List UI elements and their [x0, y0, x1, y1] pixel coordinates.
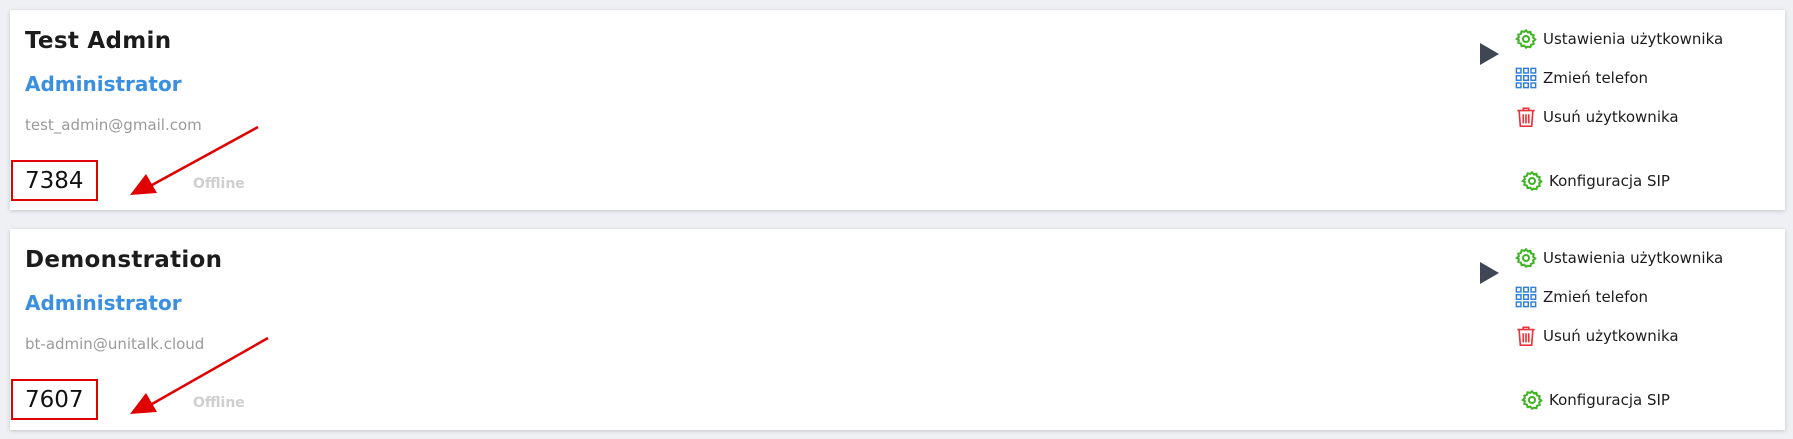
keypad-grid-icon: [1515, 286, 1537, 308]
delete-user-label: Usuń użytkownika: [1543, 327, 1679, 345]
delete-user-button[interactable]: Usuń użytkownika: [1515, 106, 1679, 128]
user-name: Test Admin: [25, 28, 172, 54]
user-role: Administrator: [25, 291, 182, 315]
change-phone-label: Zmień telefon: [1543, 69, 1649, 87]
play-icon[interactable]: [1480, 43, 1499, 65]
delete-user-label: Usuń użytkownika: [1543, 108, 1679, 126]
annotation-arrow-icon: [130, 125, 259, 195]
user-name: Demonstration: [25, 247, 223, 273]
gear-icon: [1515, 247, 1537, 269]
sip-config-label: Konfiguracja SIP: [1549, 172, 1670, 190]
play-icon[interactable]: [1480, 262, 1499, 284]
user-role: Administrator: [25, 72, 182, 96]
trash-icon: [1515, 325, 1537, 347]
change-phone-button[interactable]: Zmień telefon: [1515, 67, 1648, 89]
user-card: Test Admin Administrator test_admin@gmai…: [10, 10, 1785, 210]
delete-user-button[interactable]: Usuń użytkownika: [1515, 325, 1679, 347]
user-card: Demonstration Administrator bt-admin@uni…: [10, 229, 1785, 430]
user-settings-label: Ustawienia użytkownika: [1543, 249, 1724, 267]
gear-icon: [1521, 389, 1543, 411]
trash-icon: [1515, 106, 1537, 128]
sip-config-button[interactable]: Konfiguracja SIP: [1521, 170, 1670, 192]
annotation-arrow-icon: [130, 336, 269, 414]
user-settings-button[interactable]: Ustawienia użytkownika: [1515, 28, 1723, 50]
change-phone-label: Zmień telefon: [1543, 288, 1649, 306]
user-settings-button[interactable]: Ustawienia użytkownika: [1515, 247, 1723, 269]
extension-highlight-box: [11, 160, 98, 201]
change-phone-button[interactable]: Zmień telefon: [1515, 286, 1648, 308]
extension-highlight-box: [11, 379, 98, 420]
user-settings-label: Ustawienia użytkownika: [1543, 30, 1724, 48]
gear-icon: [1521, 170, 1543, 192]
sip-config-button[interactable]: Konfiguracja SIP: [1521, 389, 1670, 411]
keypad-grid-icon: [1515, 67, 1537, 89]
gear-icon: [1515, 28, 1537, 50]
sip-config-label: Konfiguracja SIP: [1549, 391, 1670, 409]
